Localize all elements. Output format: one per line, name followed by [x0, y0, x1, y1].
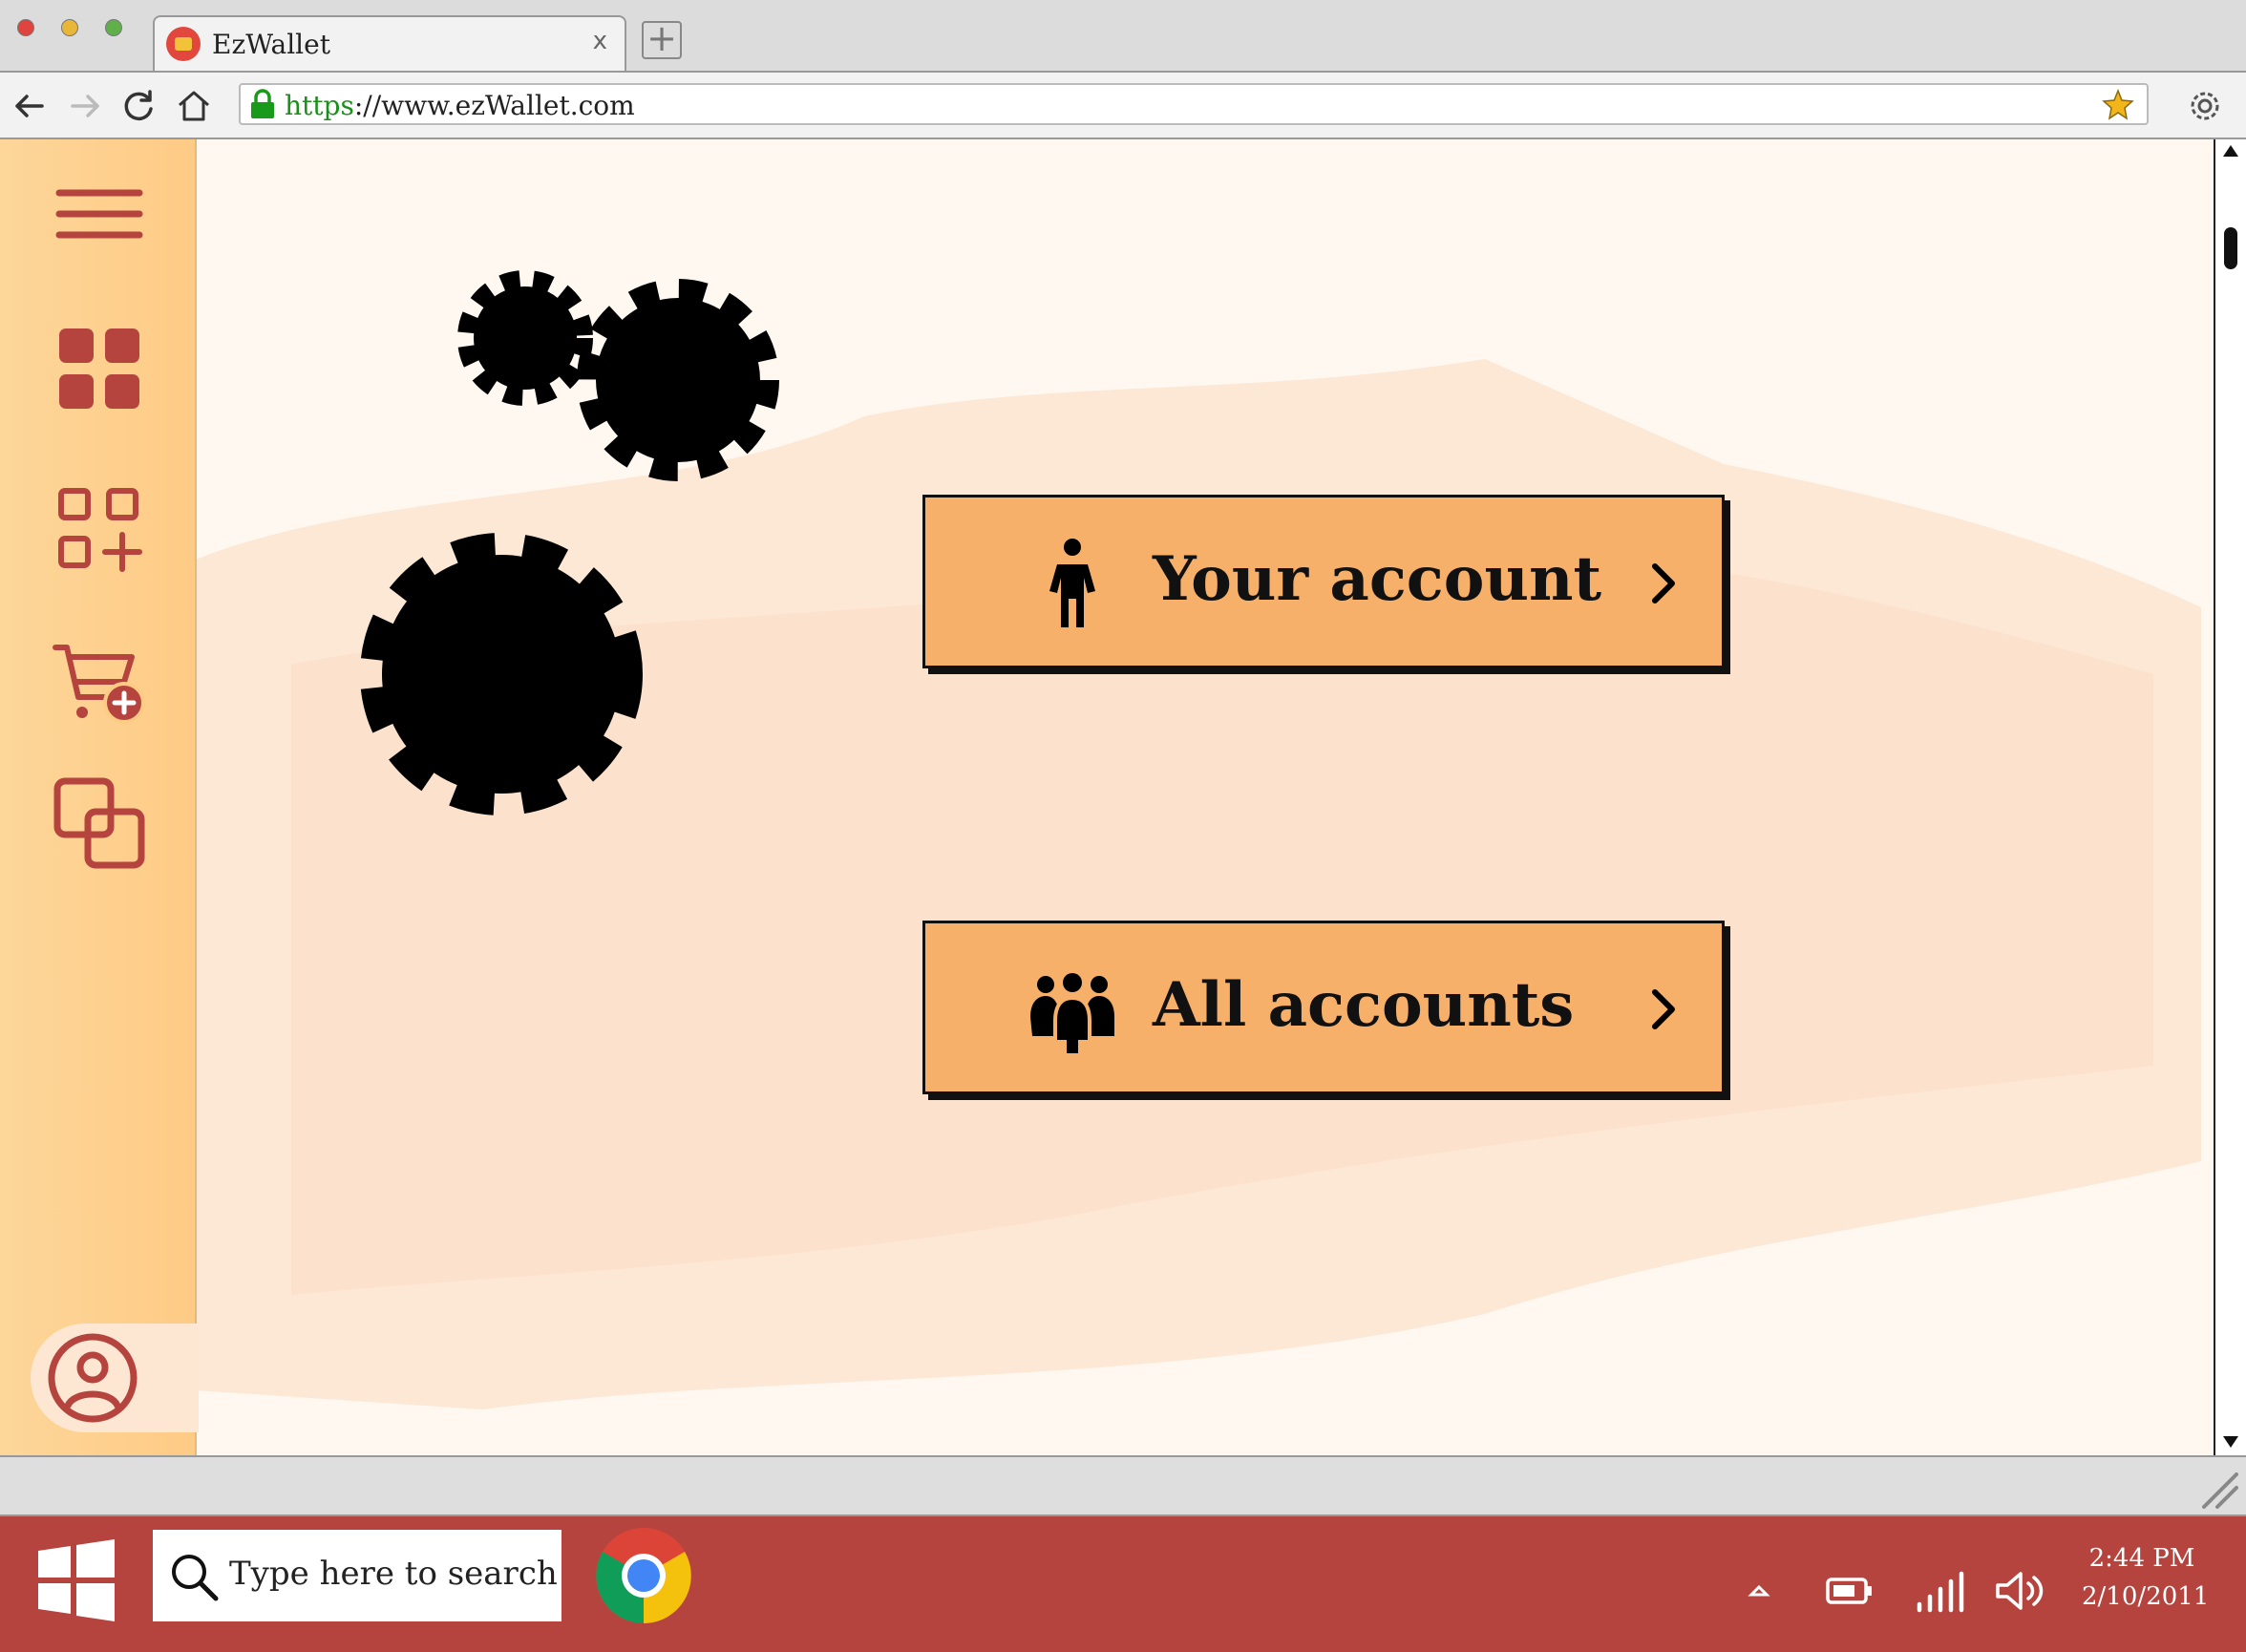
battery-icon[interactable] [1826, 1576, 1874, 1606]
home-icon[interactable] [172, 84, 216, 128]
chrome-app-icon[interactable] [594, 1526, 693, 1625]
page-viewport: Your account All accounts [0, 139, 2246, 1455]
reload-icon[interactable] [117, 84, 160, 128]
chevron-right-icon [1652, 989, 1675, 1029]
url-text: https://www.ezWallet.com [285, 90, 635, 121]
bookmark-star-icon[interactable] [2101, 88, 2135, 122]
add-widget-icon[interactable] [48, 477, 151, 581]
clock-time: 2:44 PM [2088, 1544, 2195, 1573]
scroll-up-arrow-icon[interactable] [2219, 141, 2242, 160]
cart-add-icon[interactable] [48, 628, 151, 731]
small-gear-icon [457, 270, 593, 406]
your-account-label: Your account [1153, 543, 1602, 615]
clock-date: 2/10/2011 [2082, 1582, 2210, 1611]
all-accounts-label: All accounts [1153, 969, 1575, 1041]
browser-status-bar [0, 1455, 2246, 1516]
tab-close-button[interactable]: x [593, 27, 607, 55]
person-icon [1049, 539, 1095, 627]
scrollbar-thumb[interactable] [2224, 227, 2237, 269]
volume-icon[interactable] [1994, 1570, 2045, 1612]
signal-strength-icon[interactable] [1914, 1570, 1967, 1614]
resize-grip-icon[interactable] [2196, 1467, 2240, 1511]
address-bar[interactable]: https://www.ezWallet.com [239, 83, 2149, 125]
back-arrow-icon[interactable] [8, 84, 52, 128]
taskbar-search-box[interactable]: Type here to search [153, 1530, 562, 1621]
gears-illustration-icon [360, 270, 779, 815]
windows-start-icon[interactable] [34, 1537, 118, 1621]
settings-gear-icon[interactable] [2183, 84, 2227, 128]
profile-pill [31, 1324, 199, 1432]
search-placeholder: Type here to search [229, 1555, 558, 1593]
system-clock[interactable]: 2:44 PM 2/10/2011 [2082, 1539, 2210, 1616]
vertical-scrollbar[interactable] [2214, 139, 2246, 1455]
browser-tab-bar: EzWallet x + [0, 0, 2246, 73]
copy-icon[interactable] [48, 772, 151, 875]
wallet-favicon-icon [166, 27, 201, 61]
tray-expand-icon[interactable] [1746, 1581, 1772, 1600]
chevron-right-icon [1652, 563, 1675, 604]
all-accounts-button[interactable]: All accounts [922, 921, 1725, 1094]
user-circle-icon[interactable] [46, 1331, 139, 1425]
window-maximize-button[interactable] [105, 19, 122, 36]
browser-nav-bar: https://www.ezWallet.com [0, 71, 2246, 139]
your-account-button[interactable]: Your account [922, 495, 1725, 668]
new-tab-button[interactable]: + [642, 20, 682, 59]
forward-arrow-icon[interactable] [63, 84, 107, 128]
menu-icon[interactable] [48, 162, 151, 265]
large-gear-icon [360, 533, 643, 815]
sidebar [0, 139, 199, 1455]
browser-tab[interactable]: EzWallet x [153, 15, 626, 73]
medium-gear-icon [577, 279, 779, 481]
search-icon [172, 1555, 219, 1601]
group-icon [1030, 973, 1114, 1057]
dashboard-icon[interactable] [48, 317, 151, 420]
os-taskbar: Type here to search 2:44 PM 2/10/2011 [0, 1516, 2246, 1652]
tab-title: EzWallet [212, 29, 330, 60]
window-minimize-button[interactable] [61, 19, 78, 36]
window-close-button[interactable] [17, 19, 34, 36]
lock-icon [251, 89, 274, 118]
scroll-down-arrow-icon[interactable] [2219, 1432, 2242, 1451]
